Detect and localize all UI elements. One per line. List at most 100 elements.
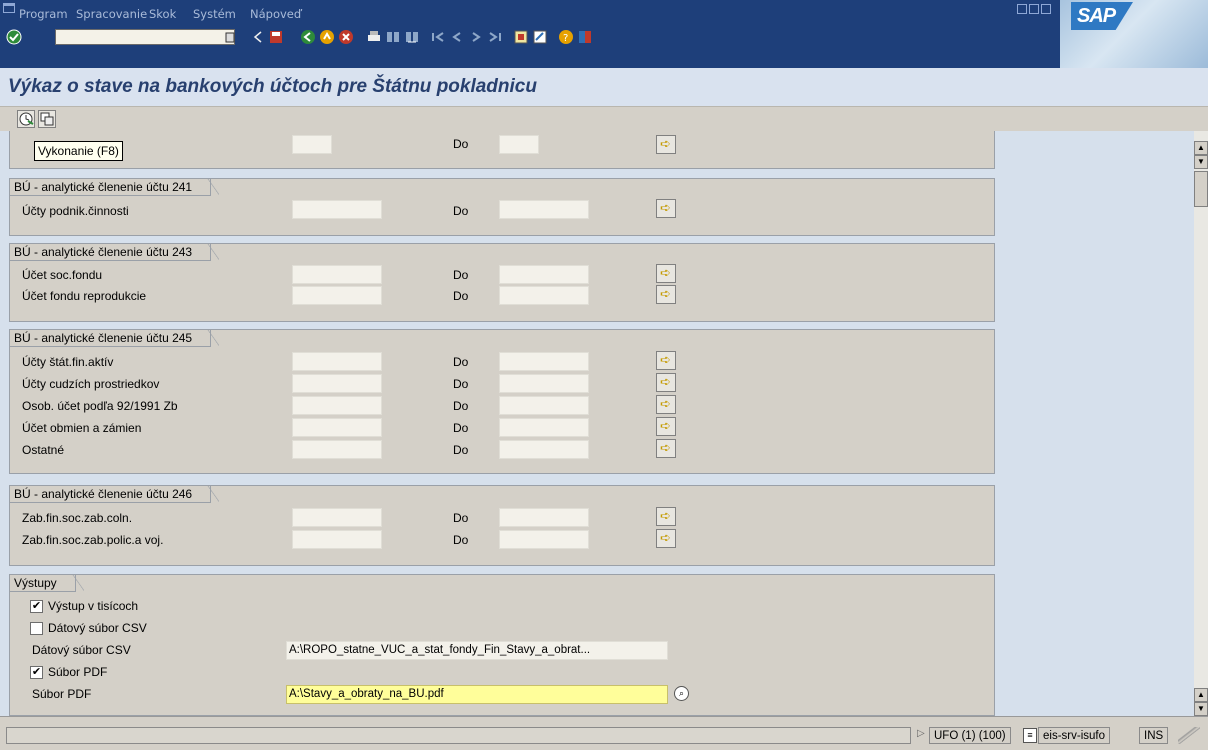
multiple-selection-button[interactable] bbox=[656, 135, 676, 154]
first-page-icon[interactable] bbox=[430, 29, 446, 45]
shortcut-icon[interactable] bbox=[532, 29, 548, 45]
menu-skok[interactable]: Skok bbox=[149, 7, 176, 21]
pdf-file-label: Súbor PDF bbox=[32, 687, 92, 701]
vertical-scrollbar[interactable]: ▲ ▼ ▲ ▼ bbox=[1194, 131, 1208, 716]
back-icon[interactable] bbox=[300, 29, 316, 45]
to-field[interactable] bbox=[499, 352, 589, 371]
back-arrow-icon[interactable] bbox=[250, 29, 266, 45]
previous-page-icon[interactable] bbox=[449, 29, 465, 45]
execute-button[interactable] bbox=[17, 110, 35, 128]
from-field[interactable] bbox=[292, 530, 382, 549]
group-246: BÚ - analytické členenie účtu 246 Zab.fi… bbox=[9, 485, 995, 566]
multiple-selection-button[interactable] bbox=[656, 373, 676, 392]
scroll-thumb[interactable] bbox=[1194, 171, 1208, 207]
from-field[interactable] bbox=[292, 440, 382, 459]
csv-file-input[interactable]: A:\ROPO_statne_VUC_a_stat_fondy_Fin_Stav… bbox=[286, 641, 668, 660]
row-label: Účty cudzích prostriedkov bbox=[22, 377, 160, 391]
to-field[interactable] bbox=[499, 286, 589, 305]
multiple-selection-button[interactable] bbox=[656, 285, 676, 304]
find-next-icon[interactable] bbox=[404, 29, 420, 45]
scroll-down-icon[interactable]: ▼ bbox=[1194, 702, 1208, 716]
from-field[interactable] bbox=[292, 508, 382, 527]
multiple-selection-button[interactable] bbox=[656, 417, 676, 436]
to-field[interactable] bbox=[499, 440, 589, 459]
maximize-icon[interactable] bbox=[1029, 4, 1039, 14]
multiple-selection-button[interactable] bbox=[656, 264, 676, 283]
to-field[interactable] bbox=[499, 418, 589, 437]
group-title: Výstupy bbox=[10, 574, 84, 592]
enter-check-icon[interactable] bbox=[6, 29, 22, 45]
variants-button[interactable] bbox=[38, 110, 56, 128]
command-history-icon[interactable] bbox=[222, 29, 238, 45]
multiple-selection-button[interactable] bbox=[656, 351, 676, 370]
last-page-icon[interactable] bbox=[487, 29, 503, 45]
layout-menu-icon[interactable] bbox=[577, 29, 593, 45]
menu-system[interactable]: Systém bbox=[193, 7, 236, 21]
system-info: UFO (1) (100) bbox=[929, 727, 1011, 744]
do-label: Do bbox=[453, 355, 469, 369]
to-field[interactable] bbox=[499, 265, 589, 284]
multiple-selection-button[interactable] bbox=[656, 199, 676, 218]
multiple-selection-button[interactable] bbox=[656, 395, 676, 414]
do-label: Do bbox=[453, 137, 469, 151]
title-bar: Výkaz o stave na bankových účtoch pre Št… bbox=[0, 68, 1208, 106]
to-field[interactable] bbox=[499, 200, 589, 219]
do-label: Do bbox=[453, 377, 469, 391]
status-expand-icon[interactable]: ▷ bbox=[917, 728, 925, 739]
from-field[interactable] bbox=[292, 352, 382, 371]
scroll-down-small-icon[interactable]: ▼ bbox=[1194, 155, 1208, 169]
from-field[interactable] bbox=[292, 265, 382, 284]
to-field[interactable] bbox=[499, 530, 589, 549]
to-field[interactable] bbox=[499, 374, 589, 393]
exit-icon[interactable] bbox=[319, 29, 335, 45]
create-session-icon[interactable] bbox=[513, 29, 529, 45]
selection-screen: Do BÚ - analytické členenie účtu 241 Účt… bbox=[0, 131, 1194, 716]
group-outputs: Výstupy ✔ Výstup v tisícoch Dátový súbor… bbox=[9, 574, 995, 716]
from-field[interactable] bbox=[292, 135, 332, 154]
close-icon[interactable] bbox=[1041, 4, 1051, 14]
system-menu-icon[interactable] bbox=[3, 3, 15, 13]
menu-program[interactable]: Program bbox=[19, 7, 68, 21]
pdf-checkbox[interactable]: ✔ bbox=[30, 666, 43, 679]
variants-icon bbox=[40, 112, 54, 126]
system-info-menu-icon[interactable]: ≡ bbox=[1023, 728, 1037, 743]
from-field[interactable] bbox=[292, 396, 382, 415]
csv-checkbox[interactable] bbox=[30, 622, 43, 635]
server-name: eis-srv-isufo bbox=[1038, 727, 1110, 744]
cancel-icon[interactable] bbox=[338, 29, 354, 45]
to-field[interactable] bbox=[499, 396, 589, 415]
resize-grip[interactable] bbox=[1178, 727, 1200, 744]
save-icon[interactable] bbox=[268, 29, 284, 45]
print-icon[interactable] bbox=[366, 29, 382, 45]
pdf-file-input[interactable]: A:\Stavy_a_obraty_na_BU.pdf bbox=[286, 685, 668, 704]
command-field[interactable] bbox=[55, 29, 235, 45]
execute-clock-icon bbox=[19, 112, 34, 126]
row-label: Účty podnik.činnosti bbox=[22, 204, 129, 218]
to-field[interactable] bbox=[499, 135, 539, 154]
group-partial: Do bbox=[9, 131, 995, 169]
multiple-selection-button[interactable] bbox=[656, 529, 676, 548]
menu-spracovanie[interactable]: Spracovanie bbox=[76, 7, 147, 21]
to-field[interactable] bbox=[499, 508, 589, 527]
find-icon[interactable] bbox=[385, 29, 401, 45]
minimize-icon[interactable] bbox=[1017, 4, 1027, 14]
from-field[interactable] bbox=[292, 286, 382, 305]
scroll-up-icon[interactable]: ▲ bbox=[1194, 141, 1208, 155]
do-label: Do bbox=[453, 511, 469, 525]
window-controls bbox=[1017, 3, 1053, 17]
menu-napoved[interactable]: Nápoveď bbox=[250, 7, 301, 21]
search-help-icon[interactable]: ⌕ bbox=[674, 686, 689, 701]
multiple-selection-button[interactable] bbox=[656, 439, 676, 458]
from-field[interactable] bbox=[292, 374, 382, 393]
next-page-icon[interactable] bbox=[468, 29, 484, 45]
multiple-selection-button[interactable] bbox=[656, 507, 676, 526]
from-field[interactable] bbox=[292, 418, 382, 437]
help-icon[interactable]: ? bbox=[558, 29, 574, 45]
from-field[interactable] bbox=[292, 200, 382, 219]
do-label: Do bbox=[453, 204, 469, 218]
svg-text:?: ? bbox=[563, 33, 568, 44]
group-title: BÚ - analytické členenie účtu 243 bbox=[10, 243, 220, 261]
scroll-up-bottom-icon[interactable]: ▲ bbox=[1194, 688, 1208, 702]
thousands-checkbox[interactable]: ✔ bbox=[30, 600, 43, 613]
row-label: Účet soc.fondu bbox=[22, 268, 103, 282]
